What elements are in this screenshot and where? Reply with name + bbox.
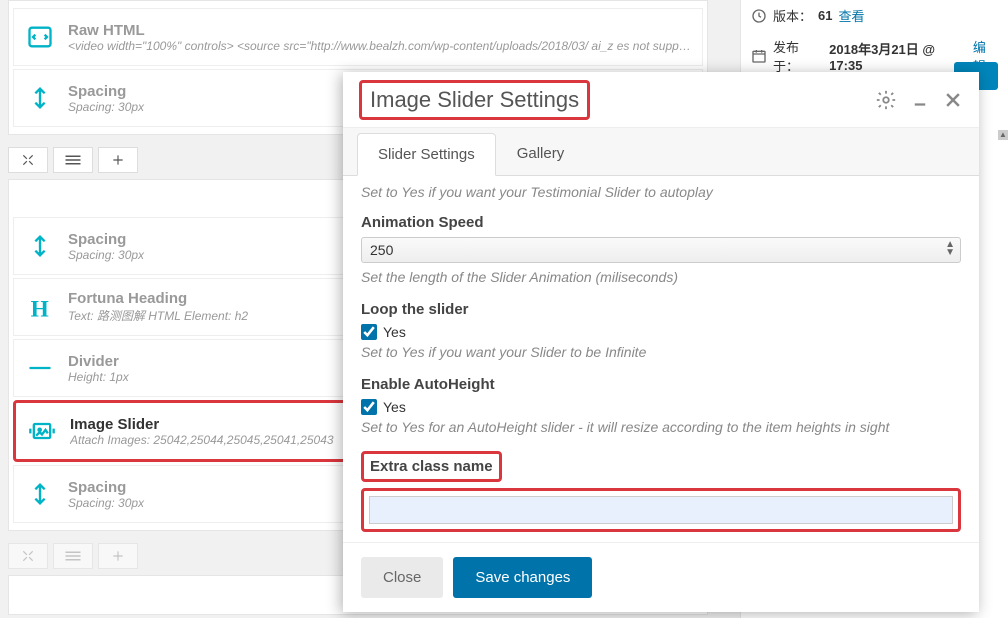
autoplay-hint: Set to Yes if you want your Testimonial … [361,184,961,200]
settings-modal: Image Slider Settings Slider Settings Ga… [343,72,979,612]
drag-button[interactable] [53,543,93,569]
publish-label: 发布于： [773,37,823,75]
autoheight-field: Enable AutoHeight Yes Set to Yes for an … [361,376,961,435]
modal-header-actions [875,89,963,111]
scroll-up-icon[interactable]: ▲ [998,130,1008,140]
save-button[interactable]: Save changes [453,557,592,598]
loop-checkbox-row: Yes [361,324,961,340]
version-row: 版本： 61 查看 [751,0,998,31]
animation-speed-select[interactable]: 250 [361,237,961,263]
add-button[interactable] [98,543,138,569]
loop-hint: Set to Yes if you want your Slider to be… [361,344,961,360]
modal-title: Image Slider Settings [359,80,590,120]
extra-class-input[interactable] [369,496,953,524]
autoheight-checkbox-row: Yes [361,399,961,415]
animation-speed-select-wrap: 250 ▲▼ [361,237,961,263]
version-value: 61 [818,8,832,23]
animation-speed-field: Animation Speed 250 ▲▼ Set the length of… [361,214,961,285]
close-icon[interactable] [943,90,963,110]
publish-value: 2018年3月21日 @ 17:35 [829,39,967,73]
loop-label: Loop the slider [361,301,961,318]
block-title: Raw HTML [68,22,694,39]
gear-icon[interactable] [875,89,897,111]
spacing-icon [22,476,58,512]
block-subtitle: <video width="100%" controls> <source sr… [68,39,694,53]
animation-speed-hint: Set the length of the Slider Animation (… [361,269,961,285]
modal-header: Image Slider Settings [343,72,979,128]
modal-body[interactable]: Set to Yes if you want your Testimonial … [343,176,979,542]
modal-tabs: Slider Settings Gallery [343,128,979,176]
autoheight-checkbox-label[interactable]: Yes [383,399,406,415]
loop-checkbox[interactable] [361,324,377,340]
tab-slider-settings[interactable]: Slider Settings [357,133,496,176]
extra-class-highlight [361,488,961,532]
spacing-icon [22,80,58,116]
version-label: 版本： [773,6,812,25]
history-icon [751,8,767,24]
close-button[interactable]: Close [361,557,443,598]
add-button[interactable] [98,147,138,173]
autoheight-hint: Set to Yes for an AutoHeight slider - it… [361,419,961,435]
autoheight-label: Enable AutoHeight [361,376,961,393]
expand-button[interactable] [8,543,48,569]
expand-button[interactable] [8,147,48,173]
slider-icon [24,413,60,449]
minimize-icon[interactable] [911,91,929,109]
modal-footer: Close Save changes [343,542,979,612]
animation-speed-label: Animation Speed [361,214,961,231]
html-icon [22,19,58,55]
drag-button[interactable] [53,147,93,173]
autoheight-checkbox[interactable] [361,399,377,415]
loop-checkbox-label[interactable]: Yes [383,324,406,340]
sidebar-scrollbar[interactable]: ▲ [998,130,1008,370]
calendar-icon [751,48,767,64]
block-content: Raw HTML <video width="100%" controls> <… [68,22,694,53]
spacing-icon [22,228,58,264]
extra-class-field: Extra class name [361,451,961,532]
divider-icon [22,350,58,386]
block-raw-html[interactable]: Raw HTML <video width="100%" controls> <… [13,8,703,66]
version-link[interactable]: 查看 [838,6,864,25]
loop-field: Loop the slider Yes Set to Yes if you wa… [361,301,961,360]
tab-gallery[interactable]: Gallery [496,132,586,175]
extra-class-label: Extra class name [361,451,502,482]
svg-text:H: H [31,296,49,321]
heading-icon: H [22,289,58,325]
